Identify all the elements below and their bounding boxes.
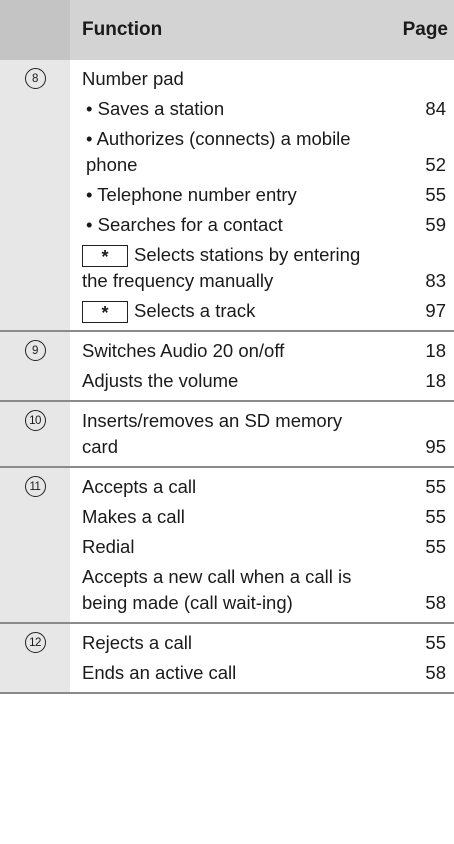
function-text: Rejects a call: [82, 632, 193, 653]
table-row: Ends an active call 58: [70, 658, 454, 688]
function-text-with-key: * Selects stations by entering the freque…: [70, 242, 382, 294]
function-text: Selects a track: [134, 300, 256, 321]
number-cell: 9: [0, 332, 70, 400]
section-10: 10 Inserts/removes an SD memory card 95: [0, 402, 454, 468]
table-row: Accepts a new call when a call is being …: [70, 562, 454, 618]
header-function: Function: [82, 19, 163, 40]
page-number: 84: [425, 98, 446, 119]
page-number: 83: [425, 270, 446, 291]
star-key-icon: *: [82, 301, 128, 324]
table-row: Accepts a call 55: [70, 472, 454, 502]
function-text: Switches Audio 20 on/off: [82, 340, 285, 361]
table-row: Switches Audio 20 on/off 18: [70, 336, 454, 366]
table-header: Function Page: [0, 0, 454, 60]
number-cell: 11: [0, 468, 70, 622]
function-text: • Saves a station: [86, 98, 225, 119]
circled-number: 11: [24, 476, 46, 497]
table-row: Redial 55: [70, 532, 454, 562]
page-number: 55: [425, 184, 446, 205]
star-key-icon: *: [82, 245, 128, 268]
page-number: 55: [425, 536, 446, 557]
page-number: 58: [425, 592, 446, 613]
page-number: 55: [425, 506, 446, 527]
function-text: • Searches for a contact: [86, 214, 283, 235]
number-cell: 12: [0, 624, 70, 692]
function-text: Makes a call: [82, 506, 185, 527]
page-number: 55: [425, 476, 446, 497]
table-row: • Telephone number entry 55: [70, 180, 454, 210]
table-row: Adjusts the volume 18: [70, 366, 454, 396]
page-number: 52: [425, 154, 446, 175]
section-8: 8 Number pad • Saves a station 84 • Auth…: [0, 60, 454, 332]
function-text: Redial: [82, 536, 135, 557]
function-text: • Telephone number entry: [86, 184, 297, 205]
table-row: • Saves a station 84: [70, 94, 454, 124]
number-cell: 10: [0, 402, 70, 466]
circled-number: 12: [24, 632, 46, 653]
table-row: Makes a call 55: [70, 502, 454, 532]
page-number: 18: [425, 340, 446, 361]
section-11: 11 Accepts a call 55 Makes a call 55 Red…: [0, 468, 454, 624]
page-number: 95: [425, 436, 446, 457]
page-number: 18: [425, 370, 446, 391]
header-number-cell: [0, 0, 70, 60]
table-row: Inserts/removes an SD memory card 95: [70, 406, 454, 462]
table-row: * Selects a track 97: [70, 296, 454, 326]
header-page: Page: [402, 19, 448, 40]
function-text: Inserts/removes an SD memory card: [82, 410, 343, 457]
function-text: Adjusts the volume: [82, 370, 239, 391]
page-number: 58: [425, 662, 446, 683]
page-number: 59: [425, 214, 446, 235]
function-text: Accepts a call: [82, 476, 197, 497]
function-text: Ends an active call: [82, 662, 237, 683]
table-row: Rejects a call 55: [70, 628, 454, 658]
function-text: Accepts a new call when a call is being …: [82, 566, 352, 613]
circled-number: 9: [24, 340, 46, 361]
section-9: 9 Switches Audio 20 on/off 18 Adjusts th…: [0, 332, 454, 402]
table-row: * Selects stations by entering the freque…: [70, 240, 454, 296]
function-text: Number pad: [82, 68, 184, 89]
page-number: 97: [425, 300, 446, 321]
table-row: • Searches for a contact 59: [70, 210, 454, 240]
function-text-with-key: * Selects a track: [70, 298, 382, 324]
section-12: 12 Rejects a call 55 Ends an active call…: [0, 624, 454, 694]
function-text: • Authorizes (connects) a mobile phone: [86, 128, 351, 175]
table-row: Number pad: [70, 64, 454, 94]
circled-number: 8: [24, 68, 46, 89]
table-row: • Authorizes (connects) a mobile phone 5…: [70, 124, 454, 180]
number-cell: 8: [0, 60, 70, 330]
circled-number: 10: [24, 410, 46, 431]
page-number: 55: [425, 632, 446, 653]
function-table: Function Page 8 Number pad • Saves a sta…: [0, 0, 454, 694]
